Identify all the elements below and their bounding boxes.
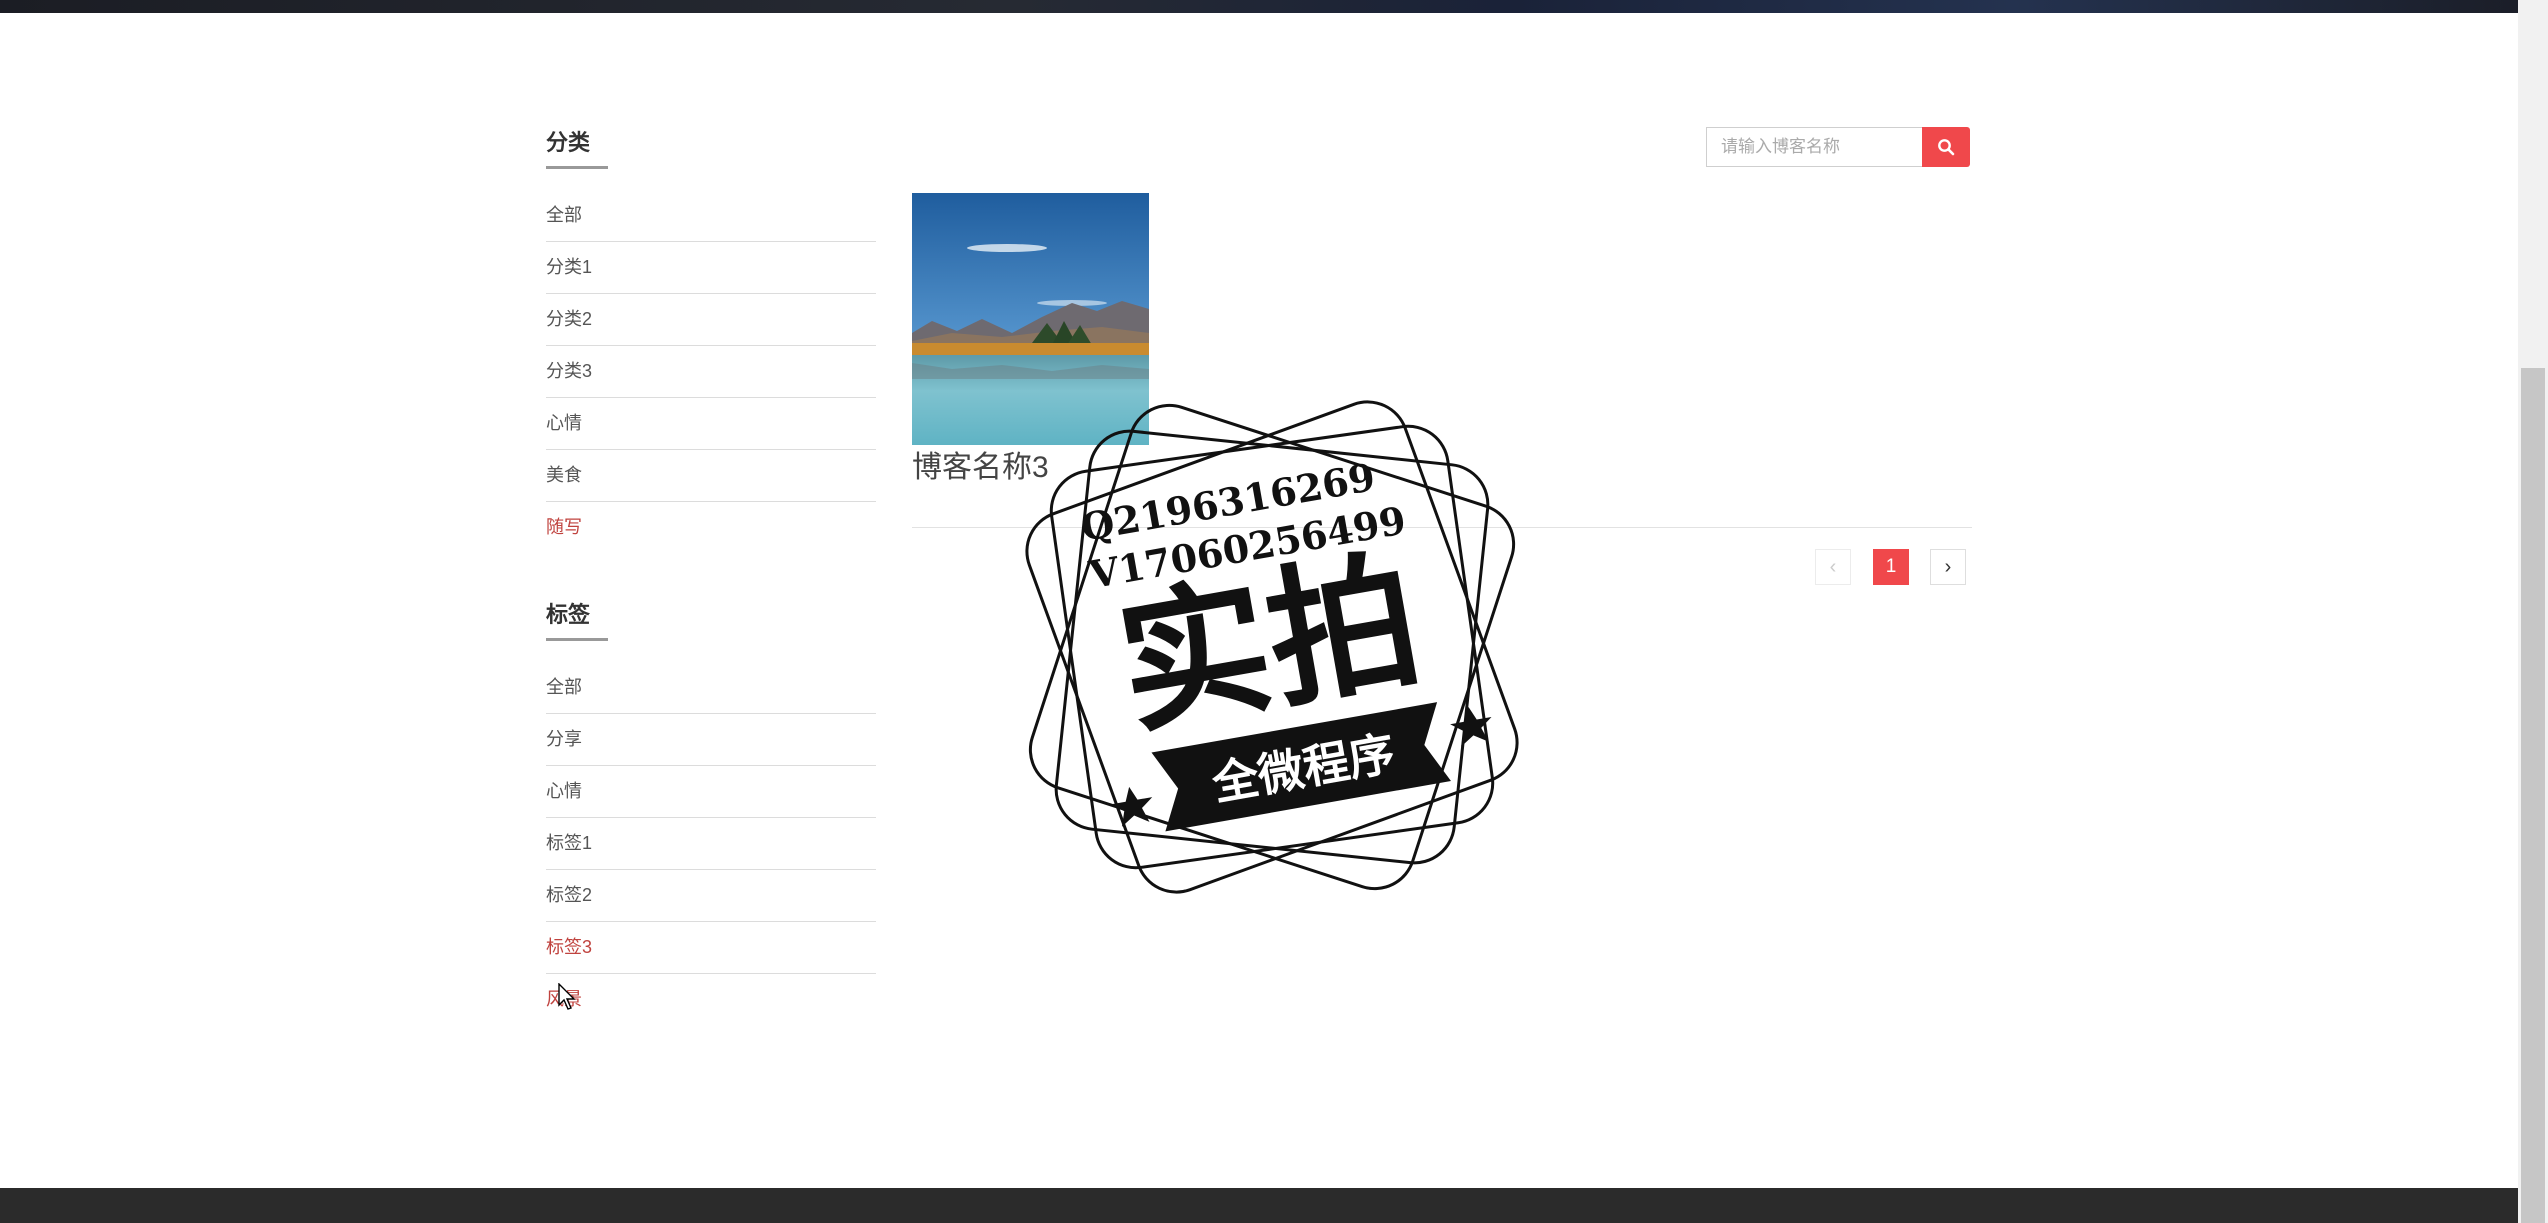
blog-search-input[interactable] [1706, 127, 1922, 167]
category-item-notes[interactable]: 随写 [546, 502, 876, 553]
stamp-main-text: 实拍 [1107, 533, 1433, 756]
tag-item-share[interactable]: 分享 [546, 714, 876, 766]
stamp-ribbon-text: 全微程序 [1207, 726, 1399, 811]
tag-item-all[interactable]: 全部 [546, 662, 876, 714]
blog-thumbnail[interactable] [912, 193, 1149, 445]
footer-bar [0, 1188, 2518, 1223]
stamp-line2: V17060256499 [1085, 497, 1409, 597]
top-banner-strip [0, 0, 2518, 13]
category-item-all[interactable]: 全部 [546, 190, 876, 242]
stamp-line1: Q2196316269 [1077, 454, 1378, 550]
blog-title[interactable]: 博客名称3 [912, 442, 1049, 486]
category-item-1[interactable]: 分类1 [546, 242, 876, 294]
tag-item-1[interactable]: 标签1 [546, 818, 876, 870]
tag-list: 全部 分享 心情 标签1 标签2 标签3 风景 [546, 662, 876, 1025]
mouse-cursor-icon [558, 983, 576, 1010]
stamp-watermark: Q2196316269 V17060256499 实拍 全微程序 [1025, 400, 1519, 894]
category-item-3[interactable]: 分类3 [546, 346, 876, 398]
pagination-next-button[interactable]: › [1930, 549, 1966, 585]
pagination-prev-button[interactable]: ‹ [1815, 549, 1851, 585]
tags-title: 标签 [546, 597, 609, 641]
category-list: 全部 分类1 分类2 分类3 心情 美食 随写 [546, 190, 876, 553]
category-item-2[interactable]: 分类2 [546, 294, 876, 346]
pagination-page-1[interactable]: 1 [1873, 549, 1909, 585]
categories-title: 分类 [546, 125, 609, 169]
divider [912, 527, 1972, 528]
lake-landscape-image [912, 193, 1149, 445]
search-icon [1938, 139, 1955, 156]
tag-item-3[interactable]: 标签3 [546, 922, 876, 974]
tag-item-mood[interactable]: 心情 [546, 766, 876, 818]
category-item-food[interactable]: 美食 [546, 450, 876, 502]
tag-item-scenery[interactable]: 风景 [546, 974, 876, 1025]
search-button[interactable] [1922, 127, 1970, 167]
scrollbar-thumb[interactable] [2521, 368, 2545, 1223]
category-item-mood[interactable]: 心情 [546, 398, 876, 450]
tag-item-2[interactable]: 标签2 [546, 870, 876, 922]
